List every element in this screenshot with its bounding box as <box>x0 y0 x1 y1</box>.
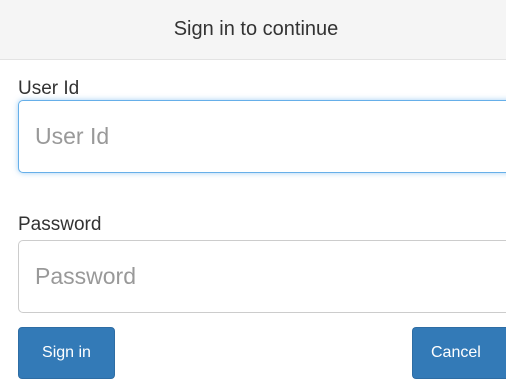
cancel-button[interactable]: Cancel <box>412 327 506 379</box>
password-label: Password <box>18 214 102 235</box>
userid-label: User Id <box>18 78 80 99</box>
login-header: Sign in to continue <box>0 0 506 60</box>
page-title: Sign in to continue <box>173 18 339 40</box>
sign-in-button[interactable]: Sign in <box>18 327 115 379</box>
password-input[interactable] <box>18 240 506 313</box>
userid-input[interactable] <box>18 100 506 173</box>
